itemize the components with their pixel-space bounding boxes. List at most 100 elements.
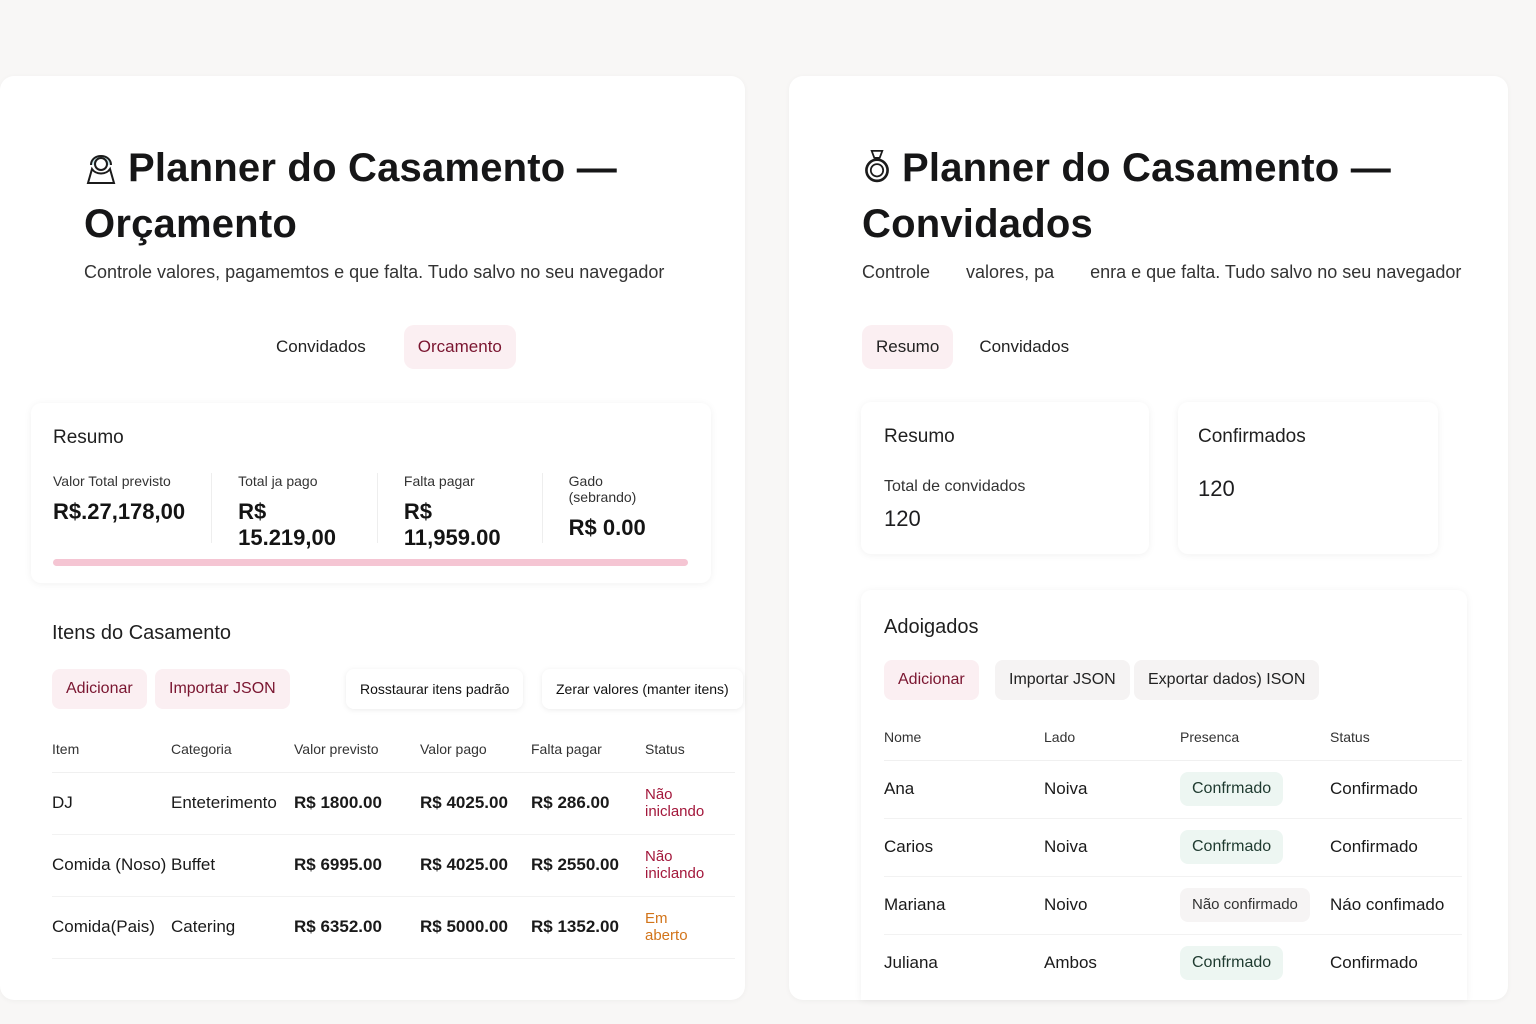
- items-table: Item Categoria Valor previsto Valor pago…: [52, 726, 735, 959]
- page-title: Planner do Casamento — Orçamento: [84, 140, 664, 252]
- table-header-row: Item Categoria Valor previsto Valor pago…: [52, 726, 735, 773]
- tab-orcamento[interactable]: Orcamento: [403, 325, 516, 369]
- table-row[interactable]: Comida (Noso) Buffet R$ 6995.00 R$ 4025.…: [52, 834, 735, 897]
- col-presenca: Presenca: [1180, 714, 1330, 761]
- cell-name: Carios: [884, 818, 1044, 877]
- cell-remaining: R$ 1352.00: [531, 896, 645, 959]
- cell-presence: Confrmado: [1180, 760, 1330, 819]
- stat-value: R$.27,178,00: [53, 499, 186, 524]
- guests-table: Nome Lado Presenca Status Ana Noiva Conf…: [884, 714, 1462, 992]
- stat-label: Total ja pago: [238, 473, 318, 489]
- subtitle-part3: enra e que falta. Tudo salvo no seu nave…: [1090, 262, 1462, 282]
- add-item-button[interactable]: Adicionar: [52, 669, 147, 709]
- bride-icon: [86, 155, 116, 184]
- stat-falta-pagar: Falta pagar R$ 11,959.00: [404, 473, 543, 550]
- subtitle-part2: valores, pa: [966, 262, 1055, 282]
- col-item: Item: [52, 726, 171, 773]
- tab-bar: Resumo Convidados: [862, 325, 1083, 369]
- table-row[interactable]: Mariana Noivo Não confirmado Náo confima…: [884, 876, 1462, 935]
- col-falta-pagar: Falta pagar: [531, 726, 645, 773]
- status-line2: aberto: [645, 927, 688, 944]
- export-json-button[interactable]: Exportar dados) ISON: [1134, 660, 1320, 700]
- total-guests-value: 120: [884, 506, 921, 531]
- table-row[interactable]: Comida(Pais) Catering R$ 6352.00 R$ 5000…: [52, 896, 735, 959]
- presence-badge[interactable]: Confrmado: [1180, 830, 1284, 864]
- cell-category: Buffet: [171, 834, 294, 897]
- reset-values-button[interactable]: Zerar valores (manter itens): [542, 669, 743, 709]
- cell-status: Confirmado: [1330, 818, 1462, 877]
- stat-total-pago: Total ja pago R$ 15.219,00: [238, 473, 378, 550]
- stat-label: Valor Total previsto: [53, 473, 171, 489]
- cell-planned: R$ 6995.00: [294, 834, 420, 897]
- guest-summary-card: Resumo Total de convidados 120: [861, 402, 1149, 554]
- cell-item: Comida (Noso): [52, 834, 171, 897]
- restore-defaults-button[interactable]: Rosstaurar itens padrão: [346, 669, 524, 709]
- col-valor-pago: Valor pago: [420, 726, 531, 773]
- title-line2: Convidados: [862, 202, 1093, 246]
- table-header-row: Nome Lado Presenca Status: [884, 714, 1462, 761]
- status-line1: Em: [645, 910, 668, 927]
- title-line1: Planner do Casamento —: [128, 146, 617, 190]
- table-row[interactable]: Carios Noiva Confrmado Confirmado: [884, 818, 1462, 877]
- presence-badge[interactable]: Não confirmado: [1180, 888, 1310, 922]
- cell-remaining: R$ 2550.00: [531, 834, 645, 897]
- confirmed-value: 120: [1198, 476, 1235, 501]
- total-guests-label: Total de convidados: [884, 478, 1026, 495]
- cell-side: Noivo: [1044, 876, 1180, 935]
- summary-stats: Valor Total previsto R$.27,178,00 Total …: [53, 473, 711, 550]
- cell-paid: R$ 4025.00: [420, 834, 531, 897]
- tab-convidados[interactable]: Convidados: [965, 325, 1083, 369]
- guests-title: Adoigados: [884, 616, 979, 638]
- presence-badge[interactable]: Confrmado: [1180, 946, 1284, 981]
- subtitle-part1: Controle: [862, 262, 931, 282]
- cell-presence: Não confirmado: [1180, 876, 1330, 935]
- cell-status: Confirmado: [1330, 760, 1462, 819]
- stat-gasto-sobrando: Gado (sebrando) R$ 0.00: [569, 473, 685, 543]
- cell-status: Em aberto: [645, 896, 735, 959]
- summary-title: Resumo: [884, 426, 955, 447]
- status-line1: Não: [645, 848, 673, 865]
- page-title: Planner do Casamento — Convidados: [862, 140, 1461, 252]
- cell-side: Ambos: [1044, 953, 1097, 973]
- cell-planned: R$ 1800.00: [294, 772, 420, 835]
- cell-side: Noiva: [1044, 760, 1180, 819]
- cell-presence: Confrmado: [1180, 934, 1330, 992]
- ring-icon: [865, 150, 889, 183]
- import-json-button[interactable]: Importar JSON: [995, 660, 1130, 700]
- budget-panel: Planner do Casamento — Orçamento Control…: [0, 76, 745, 1000]
- table-row[interactable]: Ana Noiva Confrmado Confirmado: [884, 760, 1462, 819]
- cell-status: Não iniclando: [645, 834, 735, 897]
- tab-resumo[interactable]: Resumo: [862, 325, 954, 369]
- tab-convidados[interactable]: Convidados: [262, 325, 380, 369]
- budget-header: Planner do Casamento — Orçamento Control…: [84, 140, 664, 283]
- cell-category: Catering: [171, 896, 294, 959]
- cell-paid: R$ 5000.00: [420, 896, 531, 959]
- status-line2: iniclando: [645, 803, 705, 820]
- import-json-button[interactable]: Importar JSON: [155, 669, 290, 709]
- cell-planned: R$ 6352.00: [294, 896, 420, 959]
- tab-bar: Convidados Orcamento: [262, 325, 516, 369]
- cell-status: Confirmado: [1330, 953, 1418, 973]
- stat-value: R$ 15.219,00: [238, 499, 336, 550]
- cell-side: Noiva: [1044, 818, 1180, 877]
- summary-card: Resumo Valor Total previsto R$.27,178,00…: [31, 403, 711, 583]
- cell-item: DJ: [52, 772, 171, 835]
- guests-header: Planner do Casamento — Convidados Contro…: [862, 140, 1461, 283]
- budget-progress-bar: [53, 559, 688, 566]
- stat-total-previsto: Valor Total previsto R$.27,178,00: [53, 473, 213, 543]
- status-line1: Não: [645, 786, 673, 803]
- cell-category: Enteterimento: [171, 772, 294, 835]
- presence-badge[interactable]: Confrmado: [1180, 772, 1284, 806]
- table-row[interactable]: DJ Enteterimento R$ 1800.00 R$ 4025.00 R…: [52, 772, 735, 835]
- add-guest-button[interactable]: Adicionar: [884, 660, 979, 700]
- table-row[interactable]: Juliana Ambos Confrmado Confirmado: [884, 934, 1462, 992]
- cell-presence: Confrmado: [1180, 818, 1330, 877]
- cell-remaining: R$ 286.00: [531, 772, 645, 835]
- col-lado: Lado: [1044, 714, 1180, 761]
- confirmed-card: Confirmados 120: [1178, 402, 1438, 554]
- summary-title: Resumo: [53, 427, 124, 448]
- cell-item: Comida(Pais): [52, 896, 171, 959]
- stat-value: R$ 11,959.00: [403, 499, 501, 550]
- cell-name: Juliana: [884, 953, 938, 973]
- title-line2: Orçamento: [84, 202, 297, 246]
